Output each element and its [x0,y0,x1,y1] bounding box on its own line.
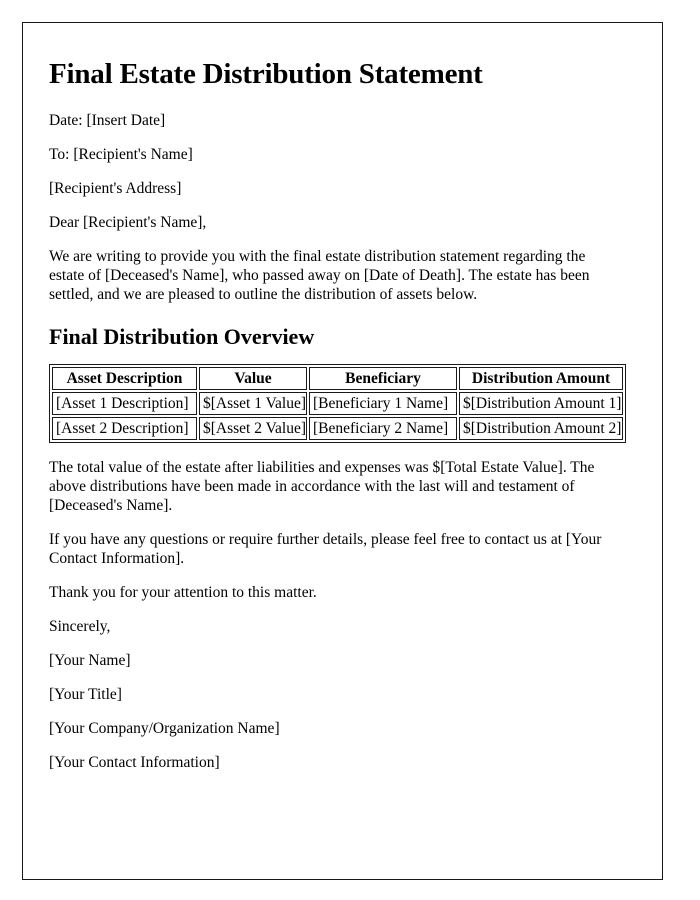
cell-beneficiary: [Beneficiary 2 Name] [309,417,457,440]
document-content: Final Estate Distribution Statement Date… [49,43,626,787]
cell-asset-description: [Asset 2 Description] [52,417,197,440]
intro-paragraph: We are writing to provide you with the f… [49,248,590,303]
column-header-value: Value [199,367,307,390]
signature-title: [Your Title] [49,686,122,703]
table-header-row: Asset Description Value Beneficiary Dist… [52,367,623,390]
column-header-asset-description: Asset Description [52,367,197,390]
closing-line: Sincerely, [49,618,111,635]
table-row: [Asset 1 Description] $[Asset 1 Value] [… [52,392,623,415]
distribution-table: Asset Description Value Beneficiary Dist… [49,364,626,443]
thanks-line: Thank you for your attention to this mat… [49,584,317,601]
cell-value: $[Asset 2 Value] [199,417,307,440]
column-header-beneficiary: Beneficiary [309,367,457,390]
document-page: Final Estate Distribution Statement Date… [22,22,663,880]
column-header-distribution-amount: Distribution Amount [459,367,623,390]
contact-paragraph: If you have any questions or require fur… [49,531,602,567]
signature-contact: [Your Contact Information] [49,754,220,771]
signature-name: [Your Name] [49,652,131,669]
total-value-paragraph: The total value of the estate after liab… [49,459,595,514]
table-row: [Asset 2 Description] $[Asset 2 Value] [… [52,417,623,440]
cell-distribution-amount: $[Distribution Amount 2] [459,417,623,440]
cell-value: $[Asset 1 Value] [199,392,307,415]
recipient-name-line: To: [Recipient's Name] [49,146,193,163]
cell-asset-description: [Asset 1 Description] [52,392,197,415]
cell-distribution-amount: $[Distribution Amount 1] [459,392,623,415]
section-heading-final-distribution-overview: Final Distribution Overview [49,324,315,349]
date-line: Date: [Insert Date] [49,112,166,129]
cell-beneficiary: [Beneficiary 1 Name] [309,392,457,415]
recipient-address-line: [Recipient's Address] [49,180,182,197]
signature-company: [Your Company/Organization Name] [49,720,280,737]
salutation-line: Dear [Recipient's Name], [49,214,207,231]
page-title: Final Estate Distribution Statement [49,58,483,90]
